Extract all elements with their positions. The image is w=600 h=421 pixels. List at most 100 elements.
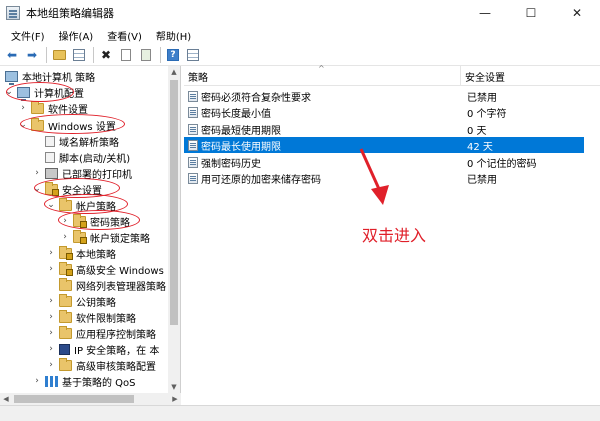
show-hide-action-pane-icon[interactable] [184, 46, 202, 64]
chevron-down-icon[interactable]: ⌄ [4, 87, 14, 97]
tree-item-deployed-printers[interactable]: › 已部署的打印机 [32, 165, 132, 181]
tree-item-software-restriction[interactable]: › 软件限制策略 [46, 309, 136, 325]
column-header-policy[interactable]: 策略 [184, 66, 461, 86]
chevron-right-icon[interactable]: › [46, 248, 56, 258]
tree-item-label: 基于策略的 QoS [62, 377, 136, 389]
toolbar-separator [160, 46, 161, 63]
menu-file[interactable]: 文件(F) [4, 28, 52, 43]
tree-item-ip-security-policies[interactable]: › IP 安全策略，在 本 [46, 341, 159, 357]
close-button[interactable]: ✕ [554, 0, 600, 26]
window-title: 本地组策略编辑器 [26, 7, 114, 20]
minimize-button[interactable]: — [462, 0, 508, 26]
menu-view[interactable]: 查看(V) [100, 28, 149, 43]
tree-item-security-settings[interactable]: ⌄ 安全设置 [32, 181, 102, 197]
scroll-thumb[interactable] [170, 80, 178, 325]
tree-item-label: 帐户策略 [76, 201, 116, 213]
tree-item-label: 已部署的打印机 [62, 169, 132, 181]
lock-folder-icon [73, 213, 87, 228]
list-row-min-password-length[interactable]: 密码长度最小值 0 个字符 [184, 104, 584, 120]
tree-item-software-settings[interactable]: › 软件设置 [18, 100, 88, 116]
delete-icon[interactable]: ✖ [97, 46, 115, 64]
menu-help[interactable]: 帮助(H) [149, 28, 198, 43]
console-tree[interactable]: 本地计算机 策略 ⌄ 计算机配置 › 软件设置 ⌄ Windows 设置 域名解… [0, 66, 181, 393]
tree-item-label: 应用程序控制策略 [76, 329, 156, 341]
tree-item-label: 高级审核策略配置 [76, 361, 156, 373]
forward-arrow-icon[interactable]: ➡ [23, 46, 41, 64]
back-arrow-icon[interactable]: ⬅ [3, 46, 21, 64]
tree-item-advanced-audit[interactable]: › 高级审核策略配置 [46, 357, 156, 373]
chevron-right-icon[interactable]: › [46, 312, 56, 322]
chevron-right-icon[interactable]: › [46, 344, 56, 354]
properties-icon[interactable] [117, 46, 135, 64]
folder-icon [31, 117, 44, 131]
tree-item-policy-based-qos[interactable]: › 基于策略的 QoS [32, 373, 136, 389]
tree-item-local-policies[interactable]: › 本地策略 [46, 245, 116, 261]
scroll-right-icon[interactable]: ▶ [169, 393, 181, 405]
show-hide-tree-icon[interactable] [70, 46, 88, 64]
policy-name: 强制密码历史 [201, 158, 261, 170]
tree-item-windows-firewall[interactable]: › 高级安全 Windows [46, 261, 164, 277]
chevron-down-icon[interactable]: ⌄ [46, 200, 56, 210]
chevron-right-icon[interactable]: › [18, 103, 28, 113]
chevron-right-icon[interactable]: › [46, 264, 56, 274]
help-icon[interactable]: ? [164, 46, 182, 64]
list-row-password-complexity[interactable]: 密码必须符合复杂性要求 已禁用 [184, 88, 584, 104]
policy-value: 0 个记住的密码 [467, 158, 537, 170]
policy-setting-icon [188, 123, 198, 135]
tree-item-label: 本地策略 [76, 249, 116, 261]
maximize-button[interactable]: ☐ [508, 0, 554, 26]
tree-item-app-control-policies[interactable]: › 应用程序控制策略 [46, 325, 156, 341]
chevron-right-icon[interactable]: › [32, 376, 42, 386]
tree-horizontal-scrollbar[interactable]: ◀ ▶ [0, 393, 181, 405]
list-header: ^ 策略 安全设置 [184, 64, 600, 86]
scroll-down-icon[interactable]: ▼ [168, 381, 180, 393]
policy-value: 已禁用 [467, 92, 497, 104]
folder-icon [59, 277, 72, 291]
tree-item-password-policy[interactable]: › 密码策略 [60, 213, 130, 229]
tree-item-scripts[interactable]: 脚本(启动/关机) [32, 149, 130, 165]
scroll-up-icon[interactable]: ▲ [168, 66, 180, 78]
scroll-left-icon[interactable]: ◀ [0, 393, 12, 405]
folder-icon [59, 357, 72, 371]
policy-name: 密码最长使用期限 [201, 141, 281, 153]
menu-action[interactable]: 操作(A) [52, 28, 101, 43]
tree-item-label: 软件设置 [48, 104, 88, 116]
chevron-right-icon[interactable]: › [32, 168, 42, 178]
policy-name: 密码最短使用期限 [201, 125, 281, 137]
tree-item-network-list-manager[interactable]: 网络列表管理器策略 [46, 277, 166, 293]
tree-item-account-policies[interactable]: ⌄ 帐户策略 [46, 197, 116, 213]
tree-item-label: 安全设置 [62, 185, 102, 197]
policy-setting-icon [188, 156, 198, 168]
tree-item-windows-settings[interactable]: ⌄ Windows 设置 [18, 117, 116, 133]
chevron-right-icon[interactable]: › [60, 216, 70, 226]
tree-item-public-key-policies[interactable]: › 公钥策略 [46, 293, 116, 309]
window-controls: — ☐ ✕ [462, 0, 600, 26]
list-row-min-password-age[interactable]: 密码最短使用期限 0 天 [184, 121, 584, 137]
policy-value: 0 天 [467, 125, 487, 137]
chevron-right-icon[interactable]: › [60, 232, 70, 242]
scroll-thumb[interactable] [14, 395, 134, 403]
chevron-down-icon[interactable]: ⌄ [32, 184, 42, 194]
tree-vertical-scrollbar[interactable]: ▲ ▼ [168, 66, 180, 393]
tree-item-label: 网络列表管理器策略 [76, 281, 166, 293]
tree-item-account-lockout-policy[interactable]: › 帐户锁定策略 [60, 229, 150, 245]
chevron-down-icon[interactable]: ⌄ [18, 120, 28, 130]
policy-value: 0 个字符 [467, 108, 507, 120]
tree-item-computer-config[interactable]: ⌄ 计算机配置 [4, 84, 84, 101]
tree-item-label: 密码策略 [90, 217, 130, 229]
folder-icon [59, 325, 72, 339]
tree-item-label: 本地计算机 策略 [22, 72, 96, 84]
tree-item-local-computer-policy[interactable]: 本地计算机 策略 [2, 68, 96, 85]
lock-folder-icon [73, 229, 87, 244]
chevron-right-icon[interactable]: › [46, 328, 56, 338]
tree-item-name-resolution-policy[interactable]: 域名解析策略 [32, 133, 119, 149]
chevron-right-icon[interactable]: › [46, 360, 56, 370]
export-list-icon[interactable] [137, 46, 155, 64]
column-header-security-setting[interactable]: 安全设置 [461, 66, 600, 86]
toolbar-separator [46, 46, 47, 63]
chevron-right-icon[interactable]: › [46, 296, 56, 306]
folder-up-icon[interactable] [50, 46, 68, 64]
computer-icon [17, 86, 30, 101]
tree-item-label: 高级安全 Windows [76, 265, 164, 277]
folder-icon [59, 293, 72, 307]
